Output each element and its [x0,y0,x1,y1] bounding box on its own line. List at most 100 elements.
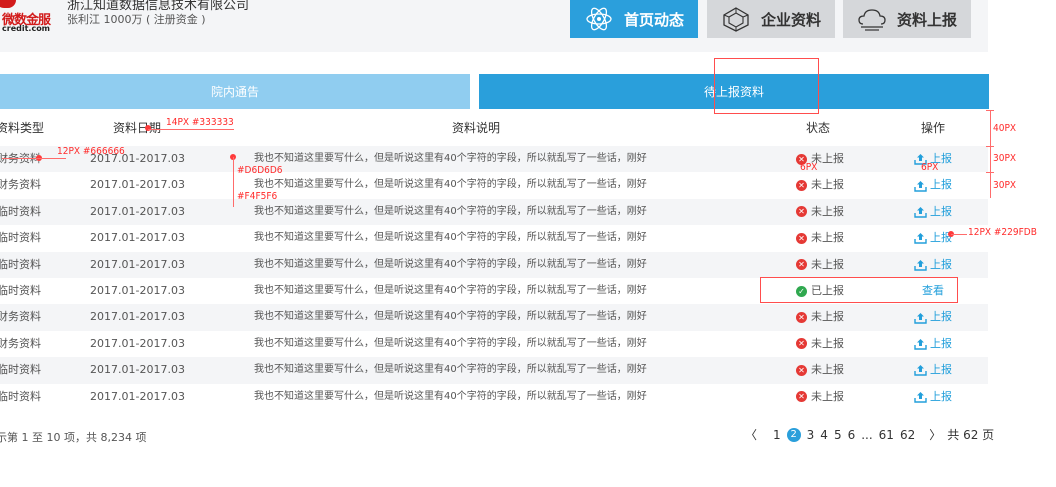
report-button[interactable]: 上报 [914,199,952,225]
error-circle-icon: ✕ [796,312,807,324]
table-row: 临时资料 2017.01-2017.03 我也不知道这里要写什么，但是听说这里有40… [0,383,988,410]
pager-page-button[interactable]: 5 [834,428,842,442]
pager-page-button[interactable]: 6 [848,428,856,442]
report-button[interactable]: 上报 [914,357,952,383]
report-button[interactable]: 上报 [914,172,952,198]
annotation-row-height-2: 30PX [993,180,1017,191]
cell-status: ✕ 未上报 [796,357,844,383]
atom-icon [586,7,612,31]
cell-date: 2017.01-2017.03 [90,204,185,218]
error-circle-icon: ✕ [796,206,807,218]
cell-description: 我也不知道这里要写什么，但是听说这里有40个字符的字段，所以就乱写了一些话，刚好 [254,179,647,191]
cell-type: 临时资料 [0,204,41,218]
annotation-type-font: 12PX #666666 [57,146,125,157]
cell-date: 2017.01-2017.03 [90,231,185,245]
upload-cloud-icon [858,9,886,31]
annotation-line [233,157,234,207]
upload-icon [914,206,927,218]
annotation-row-height-1: 30PX [993,153,1017,164]
column-header-actions: 操作 [921,121,946,135]
action-label: 上报 [930,231,952,245]
error-circle-icon: ✕ [796,180,807,192]
cell-description: 我也不知道这里要写什么，但是听说这里有40个字符的字段，所以就乱写了一些话，刚好 [254,284,647,296]
upload-icon [914,338,927,350]
status-label: 未上报 [811,178,844,192]
nav-company-info[interactable]: 企业资料 [707,0,835,38]
network-icon [723,7,749,32]
cell-type: 临时资料 [0,231,41,245]
report-button[interactable]: 上报 [914,384,952,410]
error-circle-icon: ✕ [796,364,807,376]
annotation-line [986,172,994,173]
table-row: 临时资料 2017.01-2017.03 我也不知道这里要写什么，但是听说这里有40… [0,225,988,252]
table-row: 临时资料 2017.01-2017.03 我也不知道这里要写什么，但是听说这里有40… [0,357,988,384]
action-label: 上报 [930,336,952,350]
report-button[interactable]: 上报 [914,252,952,278]
cell-type: 财务资料 [0,336,41,350]
cell-description: 我也不知道这里要写什么，但是听说这里有40个字符的字段，所以就乱写了一些话，刚好 [254,153,647,164]
annotation-header-font: 14PX #333333 [166,117,234,128]
annotation-line [986,146,994,147]
cell-status: ✕ 未上报 [796,331,844,357]
annotation-line [951,234,967,235]
cell-type: 临时资料 [0,363,41,377]
cell-status: ✕ 未上报 [796,304,844,330]
pagination-info: 示第 1 至 10 项，共 8,234 项 [0,431,147,444]
cell-description: 我也不知道这里要写什么，但是听说这里有40个字符的字段，所以就乱写了一些话，刚好 [254,311,647,323]
column-header-status: 状态 [806,121,831,135]
table-row: 财务资料 2017.01-2017.03 我也不知道这里要写什么，但是听说这里有40… [0,146,988,173]
cell-type: 临时资料 [0,283,41,297]
nav-report-materials[interactable]: 资料上报 [843,0,971,38]
upload-icon [914,259,927,271]
cell-status: ✕ 未上报 [796,252,844,278]
status-label: 未上报 [811,363,844,377]
logo-emblem [0,0,16,8]
annotation-line [990,146,991,172]
pager-page-button[interactable]: 2 [786,427,801,442]
pager-next-button[interactable]: 〉 [929,426,941,443]
column-header-description: 资料说明 [452,121,501,135]
error-circle-icon: ✕ [796,259,807,271]
column-header-date: 资料日期 [113,121,162,135]
pager-page-button[interactable]: 3 [807,428,815,442]
action-label: 上报 [930,310,952,324]
annotation-row-color-b: #F4F5F6 [237,191,278,202]
cell-type: 临时资料 [0,389,41,403]
cell-type: 临时资料 [0,257,41,271]
logo-url: credit.com [2,24,51,33]
pager-total: 共 62 页 [947,428,995,442]
status-label: 未上报 [811,310,844,324]
cell-type: 财务资料 [0,310,41,324]
pager-page-button[interactable]: 61 [879,428,894,442]
cell-description: 我也不知道这里要写什么，但是听说这里有40个字符的字段，所以就乱写了一些话，刚好 [254,337,647,349]
pager-page-button[interactable]: 4 [820,428,828,442]
nav-company-info-label: 企业资料 [760,10,821,29]
table-row: 财务资料 2017.01-2017.03 我也不知道这里要写什么，但是听说这里有40… [0,172,988,199]
action-label: 上报 [930,389,952,403]
report-button[interactable]: 上报 [914,304,952,330]
annotation-line [148,129,234,130]
error-circle-icon: ✕ [796,232,807,244]
report-button[interactable]: 上报 [914,331,952,357]
cell-type: 财务资料 [0,178,41,192]
pager-page-button[interactable]: 62 [900,428,915,442]
pager-page-button[interactable]: 1 [773,428,781,442]
pager-ellipsis: ... [861,427,873,442]
report-button[interactable]: 上报 [914,225,952,251]
status-label: 未上报 [811,204,844,218]
annotation-line [986,110,994,111]
nav-home-dynamics-label: 首页动态 [623,10,684,29]
pager-prev-button[interactable]: 〈 [745,426,757,443]
cell-date: 2017.01-2017.03 [90,257,185,271]
upload-icon [914,180,927,192]
company-logo: 微数金服 credit.com [0,0,51,36]
nav-home-dynamics[interactable]: 首页动态 [570,0,698,38]
cell-description: 我也不知道这里要写什么，但是听说这里有40个字符的字段，所以就乱写了一些话，刚好 [254,364,647,376]
tab-notices[interactable]: 院内通告 [0,74,470,109]
cell-date: 2017.01-2017.03 [90,310,185,324]
cell-description: 我也不知道这里要写什么，但是听说这里有40个字符的字段，所以就乱写了一些话，刚好 [254,205,647,217]
cell-date: 2017.01-2017.03 [90,363,185,377]
table-row: 财务资料 2017.01-2017.03 我也不知道这里要写什么，但是听说这里有40… [0,304,988,331]
upload-icon [914,312,927,324]
annotation-header-height: 40PX [993,123,1017,134]
